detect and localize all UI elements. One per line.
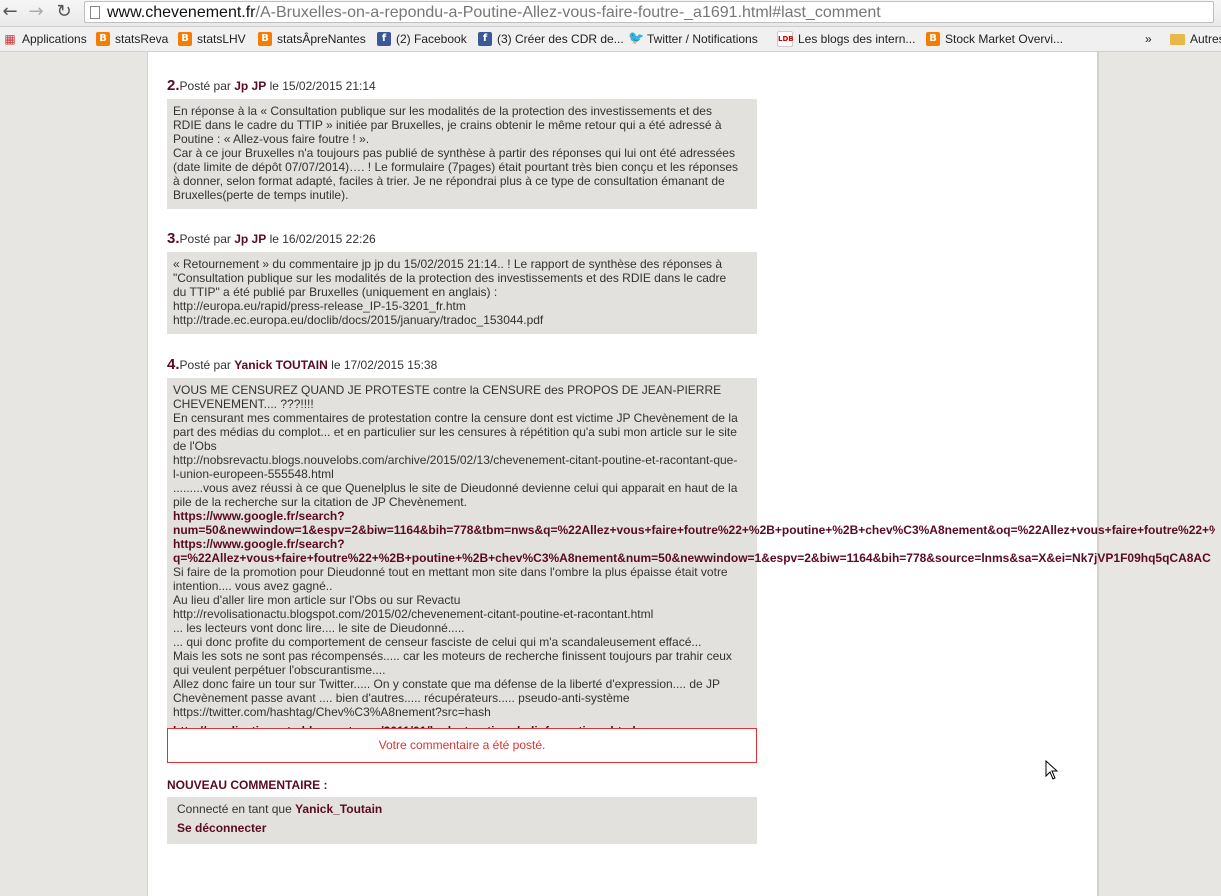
posted-notice: Votre commentaire a été posté.	[167, 728, 757, 763]
bookmark-stock-market[interactable]: B Stock Market Overvi...	[926, 27, 1063, 51]
browser-toolbar: ← → ↻ www.chevenement.fr/A-Bruxelles-on-…	[0, 0, 1221, 27]
comment-line: (date limite de dépôt 07/07/2014)…. ! Le…	[173, 160, 738, 174]
reload-icon[interactable]: ↻	[54, 2, 74, 22]
bookmark-statsaprenantes[interactable]: B statsÂpreNantes	[258, 27, 366, 51]
comment-line: intention.... vous avez gagné..	[173, 579, 333, 593]
bookmarks-overflow-chevron[interactable]: »	[1145, 27, 1152, 51]
comment-body: VOUS ME CENSUREZ QUAND JE PROTESTE contr…	[167, 378, 1215, 758]
comment-line: Poutine : « Allez-vous faire foutre ! ».	[173, 132, 370, 146]
comment-line: Car à ce jour Bruxelles n'a toujours pas…	[173, 146, 735, 160]
bookmark-applications[interactable]: ▦ Applications	[3, 27, 86, 51]
login-box: Connecté en tant que Yanick_Toutain Se d…	[167, 797, 757, 844]
comment-link[interactable]: http://revolisationactu.blogspot.com/201…	[173, 607, 751, 621]
comment-number: 4.	[167, 356, 180, 373]
blogs-icon: LDB	[777, 31, 794, 47]
comment-header: 4.Posté par Yanick TOUTAIN le 17/02/2015…	[167, 356, 438, 373]
comment-link[interactable]: http://europa.eu/rapid/press-release_IP-…	[173, 299, 751, 313]
url-path: /A-Bruxelles-on-a-repondu-a-Poutine-Alle…	[255, 4, 881, 21]
comment-line: Chevènement passe avant .... bien d'autr…	[173, 691, 630, 705]
google-search-link-2-cont[interactable]: q=%22Allez+vous+faire+foutre%22+%2B+pout…	[173, 551, 1215, 565]
comment-line: à donner, selon format adapté, faciles à…	[173, 174, 725, 188]
comment-date: 17/02/2015 15:38	[343, 358, 438, 372]
comment-line: ... les lecteurs vont donc lire.... le s…	[173, 621, 465, 635]
comment-line: En réponse à la « Consultation publique …	[173, 104, 712, 118]
comment-link[interactable]: l-union-europeen-555548.html	[173, 467, 751, 481]
blogger-icon: B	[926, 32, 940, 46]
comment-line: du TTIP" a été publié par Bruxelles (uni…	[173, 285, 498, 299]
comment-line: de l'Obs	[173, 439, 217, 453]
page-icon	[90, 6, 100, 19]
comment-line: Si faire de la promotion pour Dieudonné …	[173, 565, 728, 579]
username: Yanick_Toutain	[295, 802, 383, 816]
bookmark-twitter[interactable]: 🐦 Twitter / Notifications	[628, 27, 758, 51]
comment-author[interactable]: Jp JP	[234, 232, 266, 246]
comment-line: pile de la recherche sur la citation de …	[173, 495, 467, 509]
comment-line: part des médias du complot... et en part…	[173, 425, 737, 439]
comment-line: "Consultation publique sur les modalités…	[173, 271, 727, 285]
blogger-icon: B	[96, 32, 110, 46]
blogger-icon: B	[178, 32, 192, 46]
bookmark-other-folder[interactable]: Autres	[1170, 27, 1221, 51]
facebook-icon: f	[478, 32, 492, 46]
bookmark-facebook[interactable]: f (2) Facebook	[377, 27, 467, 51]
comment-line: Bruxelles(perte de temps inutile).	[173, 188, 349, 202]
comment-line: CHEVENEMENT.... ???!!!!	[173, 397, 314, 411]
comment-link[interactable]: https://twitter.com/hashtag/Chev%C3%A8ne…	[173, 705, 751, 719]
back-arrow-icon[interactable]: ←	[0, 2, 20, 22]
comment-author[interactable]: Jp JP	[234, 79, 266, 93]
comment-link[interactable]: http://nobsrevactu.blogs.nouvelobs.com/a…	[173, 453, 751, 467]
bookmark-creer-cdr[interactable]: f (3) Créer des CDR de...	[478, 27, 624, 51]
comment-header: 2.Posté par Jp JP le 15/02/2015 21:14	[167, 77, 376, 94]
comment-line: « Retournement » du commentaire jp jp du…	[173, 257, 723, 271]
comment-date: 16/02/2015 22:26	[282, 232, 376, 246]
comment-body: « Retournement » du commentaire jp jp du…	[167, 252, 757, 334]
logout-link[interactable]: Se déconnecter	[177, 821, 747, 835]
facebook-icon: f	[377, 32, 391, 46]
new-comment-title: NOUVEAU COMMENTAIRE :	[167, 778, 328, 792]
comment-body: En réponse à la « Consultation publique …	[167, 99, 757, 209]
comment-line: RDIE dans le cadre du TTIP » initiée par…	[173, 118, 722, 132]
comment-line: qui veulent perpétuer l'obscurantisme...…	[173, 663, 386, 677]
comment-author[interactable]: Yanick TOUTAIN	[234, 358, 328, 372]
url-host: www.chevenement.fr	[107, 4, 256, 21]
comment-line: .........vous avez réussi à ce que Quene…	[173, 481, 738, 495]
comment-number: 2.	[167, 77, 180, 94]
address-bar[interactable]: www.chevenement.fr/A-Bruxelles-on-a-repo…	[84, 1, 1214, 23]
google-search-link-1[interactable]: https://www.google.fr/search?	[173, 509, 1215, 523]
google-search-link-1-cont[interactable]: num=50&newwindow=1&espv=2&biw=1164&bih=7…	[173, 523, 1215, 537]
blogger-icon: B	[258, 32, 272, 46]
long-link-clip: https://www.google.fr/search? num=50&new…	[173, 509, 1215, 565]
comment-line: Au lieu d'aller lire mon article sur l'O…	[173, 593, 461, 607]
comment-line: En censurant mes commentaires de protest…	[173, 411, 738, 425]
comment-line: VOUS ME CENSUREZ QUAND JE PROTESTE contr…	[173, 383, 722, 397]
bookmark-statslhv[interactable]: B statsLHV	[178, 27, 246, 51]
comment-date: 15/02/2015 21:14	[282, 79, 376, 93]
mouse-cursor-icon	[1045, 760, 1059, 780]
comment-line: Allez donc faire un tour sur Twitter....…	[173, 677, 721, 691]
comment-link[interactable]: http://trade.ec.europa.eu/doclib/docs/20…	[173, 313, 751, 327]
google-search-link-2[interactable]: https://www.google.fr/search?	[173, 537, 1215, 551]
twitter-icon: 🐦	[628, 31, 645, 46]
folder-icon	[1170, 33, 1185, 45]
comment-line: Mais les sots ne sont pas récompensés...…	[173, 649, 732, 663]
comment-header: 3.Posté par Jp JP le 16/02/2015 22:26	[167, 230, 376, 247]
bookmarks-bar: ▦ Applications B statsReva B statsLHV B …	[0, 27, 1221, 52]
bookmark-blogs-intern[interactable]: LDB Les blogs des intern...	[777, 27, 915, 51]
comment-line: ... qui donc profite du comportement de …	[173, 635, 702, 649]
apps-grid-icon: ▦	[4, 32, 16, 46]
bookmark-statsreva[interactable]: B statsReva	[96, 27, 168, 51]
comment-number: 3.	[167, 230, 180, 247]
forward-arrow-icon[interactable]: →	[26, 2, 46, 22]
